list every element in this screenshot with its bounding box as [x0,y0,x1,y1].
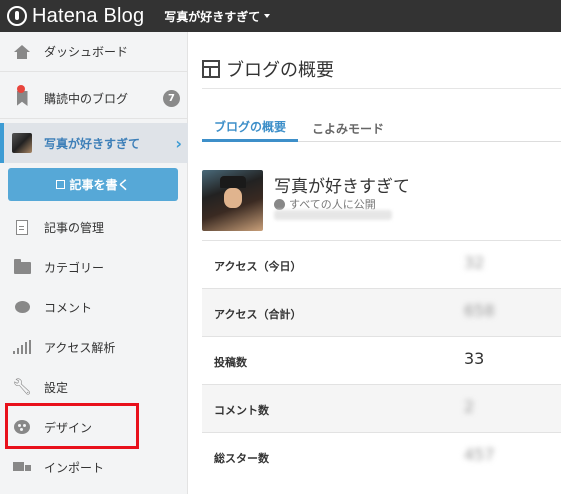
logo-text: Hatena Blog [32,4,145,27]
stat-label: 投稿数 [214,356,247,369]
stat-value: 457 [464,445,495,464]
pencil-icon [56,180,66,189]
sidebar-item-current-blog[interactable]: 写真が好きすぎて › [0,123,188,163]
sidebar-item-articles[interactable]: 記事の管理 [0,207,188,247]
document-icon [12,217,32,237]
sidebar-item-label: ダッシュボード [44,45,129,59]
blog-thumbnail [12,133,32,153]
sidebar-item-import[interactable]: インポート [0,447,188,487]
stat-row-access-total: アクセス（合計） 658 [202,288,561,336]
stat-value: 2 [464,397,475,416]
page-header: ブログの概要 [202,56,334,82]
stat-row-posts: 投稿数 33 [202,336,561,384]
notification-dot [17,85,25,93]
stat-row-stars: 総スター数 457 [202,432,561,480]
sidebar-item-dashboard[interactable]: ダッシュボード [0,32,188,72]
sidebar-item-label: 設定 [44,380,69,395]
palette-icon [12,417,32,437]
sidebar-item-label: コメント [44,300,93,315]
stat-value: 33 [464,349,485,368]
stat-label: アクセス（合計） [214,308,302,321]
sidebar-item-analytics[interactable]: アクセス解析 [0,327,188,367]
sidebar-item-categories[interactable]: カテゴリー [0,247,188,287]
divider [202,88,561,89]
globe-icon [274,198,285,210]
chevron-right-icon: › [175,133,182,153]
hatena-logo-icon [7,6,27,26]
write-article-button[interactable]: 記事を書く [8,168,178,201]
tab-overview[interactable]: ブログの概要 [202,114,298,142]
sidebar-item-label: デザイン [44,420,93,435]
top-bar: Hatena Blog 写真が好きすぎて [0,0,561,32]
page-title: ブログの概要 [226,60,334,81]
stat-label: アクセス（今日） [214,260,302,273]
bar-chart-icon [12,337,32,357]
sidebar-item-subscriptions[interactable]: 購読中のブログ 7 [0,79,188,119]
hatena-blog-logo[interactable]: Hatena Blog [7,5,144,28]
sidebar-item-comments[interactable]: コメント [0,287,188,327]
sidebar-item-label: アクセス解析 [44,340,116,355]
blog-url-blurred[interactable] [274,210,392,220]
sidebar-item-label: 記事の管理 [44,220,105,235]
sidebar-item-label: 購読中のブログ [44,92,129,106]
sidebar-item-design[interactable]: デザイン [0,407,188,447]
stat-value: 32 [464,253,485,272]
blog-name[interactable]: 写真が好きすぎて [274,172,410,197]
sidebar-item-settings[interactable]: 🔧︎ 設定 [0,367,188,407]
comment-icon [12,297,32,317]
stat-row-access-today: アクセス（今日） 32 [202,240,561,288]
truck-icon [12,457,32,477]
main-content: ブログの概要 ブログの概要 こよみモード 写真が好きすぎて すべての人に公開 ア… [188,32,561,494]
write-article-label: 記事を書く [69,178,130,192]
wrench-icon: 🔧︎ [11,377,33,396]
sidebar-item-label: カテゴリー [44,260,105,275]
home-icon [12,42,32,62]
stats-table: アクセス（今日） 32 アクセス（合計） 658 投稿数 33 コメント数 2 … [202,240,561,480]
sidebar: ダッシュボード 購読中のブログ 7 写真が好きすぎて › 記事を書く 記事の管理… [0,32,188,494]
unread-count-badge: 7 [163,90,180,107]
stat-label: コメント数 [214,404,269,417]
layout-icon [202,60,220,78]
blog-avatar[interactable] [202,170,263,231]
sidebar-item-label: インポート [44,460,105,475]
folder-icon [12,257,32,277]
tab-bar: ブログの概要 こよみモード [202,114,561,142]
blog-summary-card: 写真が好きすぎて すべての人に公開 [202,168,561,240]
sidebar-item-label: 写真が好きすぎて [44,136,141,151]
stat-value: 658 [464,301,495,320]
caret-down-icon [264,14,271,18]
blog-switcher-label: 写真が好きすぎて [164,9,261,24]
blog-switcher[interactable]: 写真が好きすぎて [164,8,271,25]
stat-label: 総スター数 [214,452,269,465]
stat-row-comments: コメント数 2 [202,384,561,432]
tab-calendar-mode[interactable]: こよみモード [306,114,390,142]
